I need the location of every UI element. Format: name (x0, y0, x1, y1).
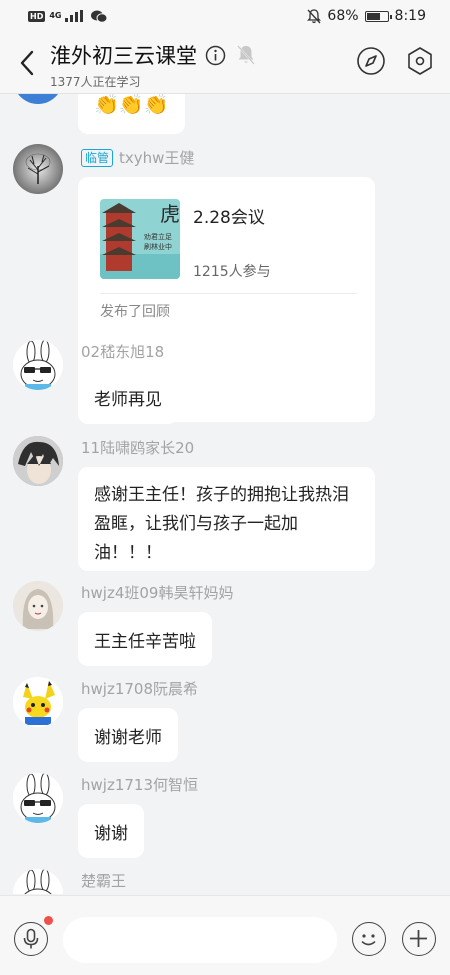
battery-fill (366, 12, 381, 20)
status-left: HD 4G (28, 10, 108, 23)
thumb-text: 劝君立足 (144, 232, 172, 241)
thumb-text: 刷林业中 (144, 242, 172, 251)
group-title[interactable]: 淮外初三云课堂 (50, 40, 197, 70)
title-row: 淮外初三云课堂 (50, 40, 258, 70)
plus-button[interactable] (402, 922, 436, 956)
rabbit-avatar-image (13, 773, 63, 823)
pavilion-thumbnail-image: 劝君立足 刷林业中 虎 (100, 199, 180, 279)
card-divider (100, 293, 357, 294)
rabbit-avatar-image (13, 340, 63, 390)
network-label: 4G (49, 11, 62, 20)
pikachu-avatar-image (13, 677, 63, 727)
sender-name[interactable]: hwjz1713何智恒 (81, 774, 198, 795)
back-button[interactable] (14, 48, 40, 78)
avatar[interactable] (13, 773, 63, 823)
battery-icon (364, 10, 392, 22)
avatar[interactable] (13, 581, 63, 631)
emoji-button[interactable] (352, 922, 386, 956)
sender-row: hwjz4班09韩昊轩妈妈 (81, 582, 233, 603)
sender-name[interactable]: 02嵇东旭18 (81, 341, 164, 362)
card-title: 2.28会议 (193, 208, 265, 228)
message-bubble[interactable]: 谢谢 (78, 804, 144, 858)
message-bubble[interactable]: 谢谢老师 (78, 708, 178, 762)
sender-row: 楚霸王 (81, 870, 126, 891)
message-input[interactable] (63, 917, 337, 963)
sender-row: 02嵇东旭18 (81, 341, 164, 362)
anime-avatar-image (13, 436, 63, 486)
info-icon[interactable] (205, 45, 226, 66)
avatar[interactable] (13, 677, 63, 727)
svg-text:虎: 虎 (160, 202, 180, 226)
sender-row: hwjz1713何智恒 (81, 774, 198, 795)
status-right: 68% 8:19 (307, 8, 426, 24)
wechat-icon (91, 10, 108, 23)
plus-icon (410, 930, 427, 947)
sender-name[interactable]: 楚霸王 (81, 870, 126, 891)
sender-name[interactable]: 11陆啸鸥家长20 (81, 437, 194, 458)
message-bubble[interactable]: 👏👏👏 (78, 94, 185, 134)
online-count: 1377人正在学习 (50, 75, 141, 89)
chat-messages[interactable]: 👏👏👏 临管 txyhw王健 劝君立足 刷林业中 虎 2.28会议 1215人参… (0, 94, 450, 894)
card-thumbnail: 劝君立足 刷林业中 虎 (100, 199, 180, 279)
muted-bell-icon (237, 45, 255, 65)
sender-row: 11陆啸鸥家长20 (81, 437, 194, 458)
sender-name[interactable]: txyhw王健 (119, 147, 194, 168)
avatar[interactable] (13, 436, 63, 486)
battery-percent: 68% (327, 8, 359, 24)
girl-avatar-image (13, 581, 63, 631)
message-bubble[interactable]: 王主任辛苦啦 (78, 612, 212, 666)
sender-name[interactable]: hwjz4班09韩昊轩妈妈 (81, 582, 233, 603)
sender-row: 临管 txyhw王健 (81, 147, 194, 168)
microphone-icon (23, 928, 39, 949)
compass-icon[interactable] (356, 46, 386, 76)
sender-name[interactable]: hwjz1708阮晨希 (81, 678, 198, 699)
rabbit-avatar-image (13, 869, 63, 894)
avatar[interactable] (13, 869, 63, 894)
smiley-icon (361, 934, 376, 946)
message-bubble[interactable]: 感谢王主任！孩子的拥抱让我热泪盈眶，让我们与孩子一起加油！！！ (78, 467, 375, 571)
status-bar: HD 4G 68% 8:19 (0, 0, 450, 32)
avatar[interactable] (13, 340, 63, 390)
chat-header: 淮外初三云课堂 1377人正在学习 (0, 32, 450, 94)
card-footer: 发布了回顾 (100, 304, 170, 320)
settings-hexagon-icon[interactable] (405, 46, 435, 76)
message-bubble[interactable]: 老师再见 (78, 370, 178, 424)
role-tag: 临管 (81, 148, 114, 167)
avatar[interactable] (13, 94, 63, 104)
chevron-left-icon (20, 50, 34, 76)
tree-avatar-image (13, 144, 63, 194)
voice-button[interactable] (14, 922, 48, 956)
card-participants: 1215人参与 (193, 264, 271, 280)
notification-dot (44, 916, 53, 925)
avatar[interactable] (13, 144, 63, 194)
sender-row: hwjz1708阮晨希 (81, 678, 198, 699)
mute-bell-icon (307, 8, 322, 23)
hd-badge: HD (28, 10, 46, 22)
clock: 8:19 (394, 8, 426, 24)
input-bar (0, 895, 450, 975)
title-wrap: 淮外初三云课堂 1377人正在学习 (50, 40, 258, 90)
signal-icon (65, 10, 84, 22)
